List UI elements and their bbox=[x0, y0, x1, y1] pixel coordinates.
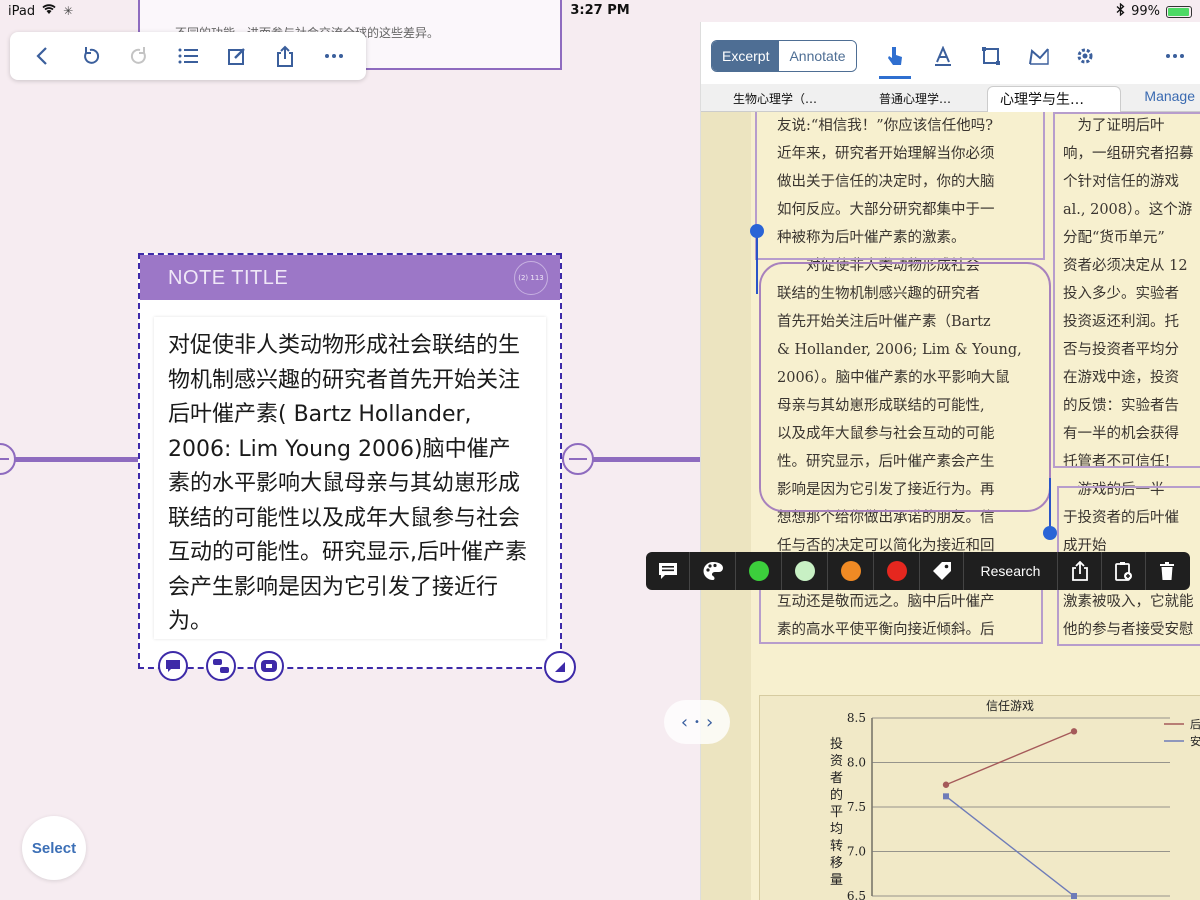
status-time: 3:27 PM bbox=[570, 3, 630, 18]
selection-end-handle[interactable] bbox=[1043, 526, 1057, 540]
doc-tab-3[interactable]: 心理学与生… bbox=[987, 86, 1121, 112]
more-button[interactable] bbox=[316, 38, 352, 74]
battery-icon bbox=[1166, 5, 1192, 18]
light-green-swatch bbox=[794, 561, 815, 581]
excerpt-tab[interactable]: Excerpt bbox=[712, 41, 780, 71]
y-tick-label: 8.5 bbox=[847, 711, 866, 725]
selected-excerpt-outline[interactable] bbox=[759, 262, 1051, 512]
chevron-left-icon: ‹ bbox=[680, 711, 689, 733]
legend-label: 后 bbox=[1190, 718, 1200, 731]
chart-figure: 信任游戏 8.5 8.0 7.5 7.0 6.5 投资者的平均转移量 后安 bbox=[759, 695, 1200, 900]
link-notes-icon[interactable] bbox=[206, 651, 236, 681]
manage-button[interactable]: Manage bbox=[1144, 88, 1195, 104]
note-title[interactable]: NOTE TITLE bbox=[168, 267, 288, 290]
y-tick-label: 6.5 bbox=[847, 889, 866, 900]
delete-action[interactable] bbox=[1146, 552, 1188, 590]
select-button[interactable]: Select bbox=[22, 816, 86, 880]
trust-game-chart: 信任游戏 8.5 8.0 7.5 7.0 6.5 投资者的平均转移量 后安 bbox=[830, 699, 1200, 900]
comment-icon[interactable] bbox=[158, 651, 188, 681]
active-tool-indicator bbox=[879, 76, 911, 79]
settings-gear-icon[interactable] bbox=[1069, 40, 1101, 72]
palette-action[interactable] bbox=[690, 552, 736, 590]
color-red-action[interactable] bbox=[874, 552, 920, 590]
share-button[interactable] bbox=[267, 38, 303, 74]
tag-action[interactable] bbox=[920, 552, 964, 590]
comment-action[interactable] bbox=[646, 552, 690, 590]
rectangle-select-icon[interactable] bbox=[975, 40, 1007, 72]
edit-button[interactable] bbox=[219, 38, 255, 74]
pane-more-icon[interactable] bbox=[1159, 40, 1191, 72]
pane-toolbar: Excerpt Annotate bbox=[701, 22, 1200, 84]
color-green-action[interactable] bbox=[736, 552, 782, 590]
chart-title: 信任游戏 bbox=[986, 699, 1034, 713]
outline-list-button[interactable] bbox=[170, 38, 206, 74]
page-gutter bbox=[701, 112, 751, 900]
legend-label: 安 bbox=[1190, 734, 1200, 748]
data-point bbox=[1070, 728, 1078, 735]
doc-tab-2[interactable]: 普通心理学… bbox=[867, 86, 979, 112]
back-button[interactable] bbox=[24, 38, 60, 74]
note-body[interactable]: 对促使非人类动物形成社会联结的生物机制感兴趣的研究者首先开始关注后叶催产素( B… bbox=[154, 317, 546, 639]
red-swatch bbox=[886, 561, 907, 581]
note-badge[interactable]: (2) 113 bbox=[514, 261, 548, 295]
dot-icon: • bbox=[694, 716, 700, 728]
y-tick-label: 7.5 bbox=[847, 800, 866, 814]
undo-button[interactable] bbox=[73, 38, 109, 74]
status-right: 99% bbox=[1116, 2, 1192, 20]
data-point bbox=[942, 781, 950, 788]
right-collapse-handle[interactable] bbox=[562, 443, 594, 475]
y-tick-label: 8.0 bbox=[847, 756, 866, 770]
note-card[interactable]: NOTE TITLE (2) 113 对促使非人类动物形成社会联结的生物机制感兴… bbox=[138, 253, 576, 683]
chevron-right-icon: › bbox=[705, 711, 714, 733]
doc-tab-1[interactable]: 生物心理学（… bbox=[721, 86, 841, 112]
annotate-tab[interactable]: Annotate bbox=[779, 41, 856, 71]
series-line-1 bbox=[945, 730, 1075, 786]
bluetooth-icon bbox=[1116, 2, 1125, 20]
battery-percent: 99% bbox=[1131, 4, 1160, 19]
color-lightgreen-action[interactable] bbox=[782, 552, 828, 590]
document-page[interactable]: 友说:“相信我！”你应该信任他吗? 近年来，研究者开始理解当你必须 做出关于信任的决… bbox=[701, 112, 1200, 900]
y-tick-label: 7.0 bbox=[847, 845, 866, 859]
data-point bbox=[943, 793, 949, 800]
selection-start-bar[interactable] bbox=[756, 232, 758, 294]
data-point bbox=[1071, 893, 1077, 899]
highlight-action-bar: Research bbox=[646, 552, 1190, 590]
left-collapse-handle[interactable] bbox=[0, 443, 16, 475]
annotation-box[interactable] bbox=[1053, 112, 1200, 468]
annotation-box[interactable] bbox=[759, 582, 1043, 644]
text-highlight-icon[interactable] bbox=[927, 40, 959, 72]
color-orange-action[interactable] bbox=[828, 552, 874, 590]
lasso-pen-icon[interactable] bbox=[1023, 40, 1055, 72]
clipboard-add-action[interactable] bbox=[1102, 552, 1146, 590]
mode-segment: Excerpt Annotate bbox=[711, 40, 857, 72]
green-swatch bbox=[748, 561, 769, 581]
selection-start-handle[interactable] bbox=[750, 224, 764, 238]
orange-swatch bbox=[840, 561, 861, 581]
share-action[interactable] bbox=[1058, 552, 1102, 590]
note-header[interactable]: NOTE TITLE (2) 113 bbox=[140, 255, 560, 300]
canvas-toolbar bbox=[10, 32, 366, 80]
left-connector bbox=[0, 457, 140, 462]
series-line-2 bbox=[945, 795, 1075, 897]
research-action[interactable]: Research bbox=[964, 552, 1058, 590]
redo-button[interactable] bbox=[121, 38, 157, 74]
split-view-handle[interactable]: ‹ • › bbox=[664, 700, 730, 744]
mindmap-link-icon[interactable] bbox=[254, 651, 284, 681]
mindmap-canvas[interactable]: 不同的功能，进而参与社会交流全球的这些差异。 NOTE TITLE (2) bbox=[0, 0, 700, 900]
status-bar: iPad ✳ 3:27 PM 99% bbox=[0, 0, 1200, 22]
hand-pointer-icon[interactable] bbox=[879, 40, 911, 72]
y-axis-label: 投资者的平均转移量 bbox=[830, 736, 843, 888]
resize-handle[interactable] bbox=[544, 651, 576, 683]
document-tabs: 生物心理学（… 普通心理学… 心理学与生… Manage bbox=[701, 84, 1200, 112]
document-pane: Excerpt Annotate 生物心理学（… 普通心理学… 心理学与生… M… bbox=[700, 22, 1200, 900]
annotation-box[interactable] bbox=[755, 112, 1045, 260]
